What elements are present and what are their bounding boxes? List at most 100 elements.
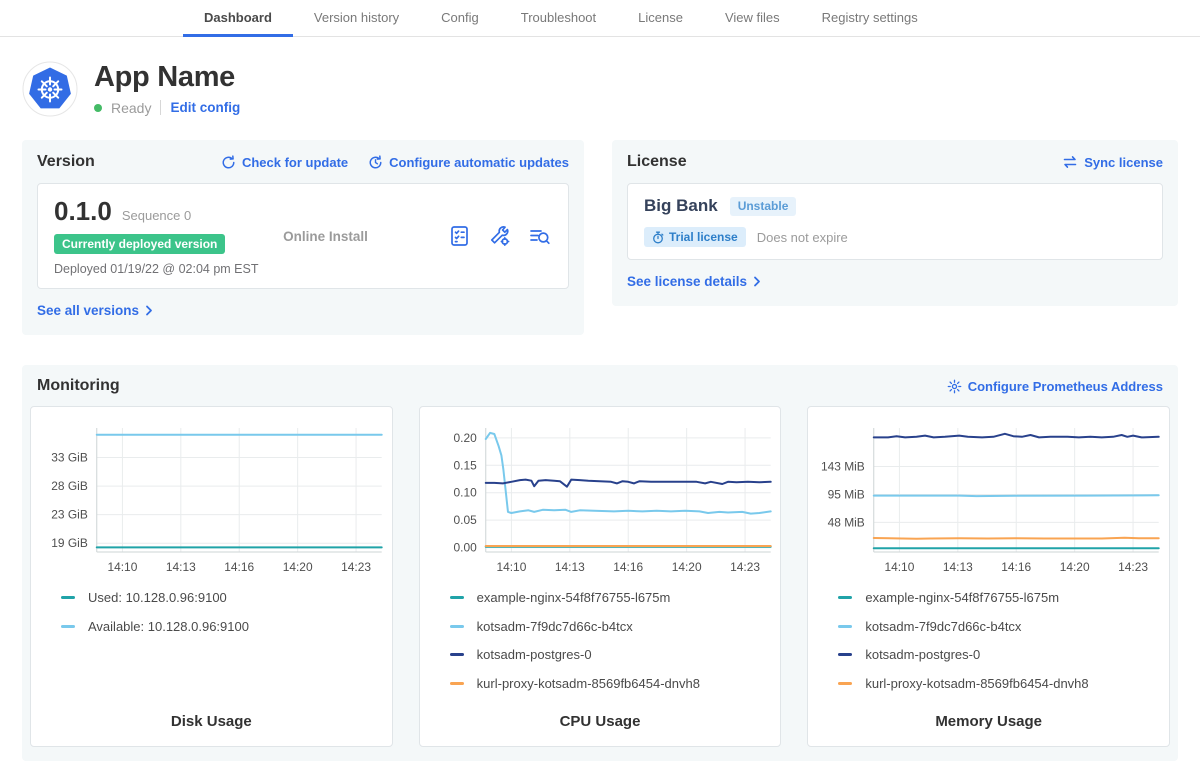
tab-view-files[interactable]: View files [704,0,801,37]
chart-title: Disk Usage [31,713,392,730]
current-version-panel: 0.1.0 Sequence 0 Currently deployed vers… [37,183,569,289]
legend-label: example-nginx-54f8f76755-l675m [477,590,671,605]
chart-plot: 48 MiB 95 MiB 143 MiB 14:10 14:13 14:16 14:20 1… [808,418,1169,578]
tab-dashboard[interactable]: Dashboard [183,0,293,37]
channel-badge: Unstable [730,197,797,216]
legend-dash-icon [61,596,75,599]
see-all-versions-link[interactable]: See all versions [37,303,154,318]
y-tick-label: 95 MiB [828,487,865,501]
license-card-title: License [627,153,687,171]
version-number: 0.1.0 [54,196,112,227]
legend-item: kotsadm-postgres-0 [838,647,1169,662]
x-tick-label: 14:16 [1002,560,1032,574]
x-tick-label: 14:23 [1118,560,1148,574]
charts-row: 19 GiB23 GiB28 GiB33 GiB14:1014:1314:161… [30,406,1170,747]
x-tick-label: 14:23 [341,560,371,574]
y-tick-label: 0.15 [453,458,477,472]
chart-card-memory-usage: 48 MiB 95 MiB 143 MiB 14:10 14:13 14:16 14:20 1… [807,406,1170,747]
x-tick-label: 14:10 [885,560,915,574]
chart-plot: 0.000.050.100.150.2014:1014:1314:1614:20… [420,418,781,578]
y-tick-label: 0.10 [453,486,477,500]
y-tick-label: 19 GiB [51,536,88,550]
series-line [874,538,1159,539]
tab-config[interactable]: Config [420,0,500,37]
legend-label: kurl-proxy-kotsadm-8569fb6454-dnvh8 [865,676,1088,691]
x-tick-label: 14:16 [224,560,254,574]
legend-label: kotsadm-7f9dc7d66c-b4tcx [865,619,1021,634]
kubernetes-app-icon [22,61,78,117]
legend-dash-icon [450,596,464,599]
x-tick-label: 14:13 [943,560,973,574]
preflight-checklist-icon[interactable] [447,224,472,248]
license-card: License Sync license Big Bank Unstable T… [612,140,1178,306]
legend-item: kurl-proxy-kotsadm-8569fb6454-dnvh8 [838,676,1169,691]
legend-dash-icon [450,682,464,685]
trial-license-badge: Trial license [644,227,746,247]
legend-item: Used: 10.128.0.96:9100 [61,590,392,605]
legend-dash-icon [838,682,852,685]
license-account-name: Big Bank [644,196,718,216]
x-tick-label: 14:20 [283,560,313,574]
sync-license-button[interactable]: Sync license [1062,155,1163,170]
clock-arrow-icon [368,155,383,170]
edit-config-link[interactable]: Edit config [170,100,240,115]
version-card-title: Version [37,153,95,171]
y-tick-label: 0.20 [453,431,477,445]
y-tick-label: 33 GiB [51,450,88,464]
chart-card-cpu-usage: 0.000.050.100.150.2014:1014:1314:1614:20… [419,406,782,747]
chevron-right-icon [144,305,154,316]
tab-version-history[interactable]: Version history [293,0,420,37]
chart-plot: 19 GiB23 GiB28 GiB33 GiB14:1014:1314:161… [31,418,392,578]
tab-registry-settings[interactable]: Registry settings [801,0,939,37]
view-logs-search-icon[interactable] [527,224,552,248]
legend-item: kurl-proxy-kotsadm-8569fb6454-dnvh8 [450,676,781,691]
check-for-update-button[interactable]: Check for update [221,155,348,170]
legend-label: Used: 10.128.0.96:9100 [88,590,227,605]
chart-card-disk-usage: 19 GiB23 GiB28 GiB33 GiB14:1014:1314:161… [30,406,393,747]
chart-title: CPU Usage [420,713,781,730]
see-license-details-link[interactable]: See license details [627,274,762,289]
y-tick-label: 48 MiB [828,515,865,529]
deployed-timestamp: Deployed 01/19/22 @ 02:04 pm EST [54,262,283,276]
legend-item: kotsadm-postgres-0 [450,647,781,662]
install-type: Online Install [283,229,447,244]
legend-label: kotsadm-7f9dc7d66c-b4tcx [477,619,633,634]
monitoring-section: Monitoring Configure Prometheus Address … [22,365,1178,761]
status-dot-icon [94,104,102,112]
x-tick-label: 14:13 [166,560,196,574]
y-tick-label: 0.05 [453,513,477,527]
deployed-badge: Currently deployed version [54,234,225,254]
configure-automatic-updates-button[interactable]: Configure automatic updates [368,155,569,170]
legend-item: example-nginx-54f8f76755-l675m [450,590,781,605]
legend-dash-icon [838,653,852,656]
legend-item: kotsadm-7f9dc7d66c-b4tcx [450,619,781,634]
version-card: Version Check for update Configure autom… [22,140,584,335]
series-line [874,495,1159,496]
x-tick-label: 14:10 [496,560,526,574]
refresh-icon [221,155,236,170]
legend-item: Available: 10.128.0.96:9100 [61,619,392,634]
y-tick-label: 28 GiB [51,479,88,493]
sync-arrows-icon [1062,155,1078,169]
x-tick-label: 14:20 [1060,560,1090,574]
app-header: App Name Ready Edit config [22,56,1178,122]
monitoring-title: Monitoring [37,377,120,395]
config-wrench-icon[interactable] [487,224,512,248]
version-actions [447,224,552,248]
tab-troubleshoot[interactable]: Troubleshoot [500,0,617,37]
app-header-text: App Name Ready Edit config [94,63,240,116]
top-nav: DashboardVersion historyConfigTroublesho… [0,0,1200,37]
app-status: Ready [111,100,151,116]
divider [160,100,161,115]
cards-row: Version Check for update Configure autom… [22,140,1178,335]
legend-label: example-nginx-54f8f76755-l675m [865,590,1059,605]
tab-license[interactable]: License [617,0,704,37]
stopwatch-icon [652,231,664,244]
chart-legend: example-nginx-54f8f76755-l675m kotsadm-7f… [420,578,781,691]
legend-label: Available: 10.128.0.96:9100 [88,619,249,634]
version-sequence: Sequence 0 [122,208,191,223]
y-tick-label: 143 MiB [821,460,865,474]
x-tick-label: 14:16 [613,560,643,574]
configure-prometheus-button[interactable]: Configure Prometheus Address [947,379,1163,394]
legend-label: kotsadm-postgres-0 [477,647,592,662]
